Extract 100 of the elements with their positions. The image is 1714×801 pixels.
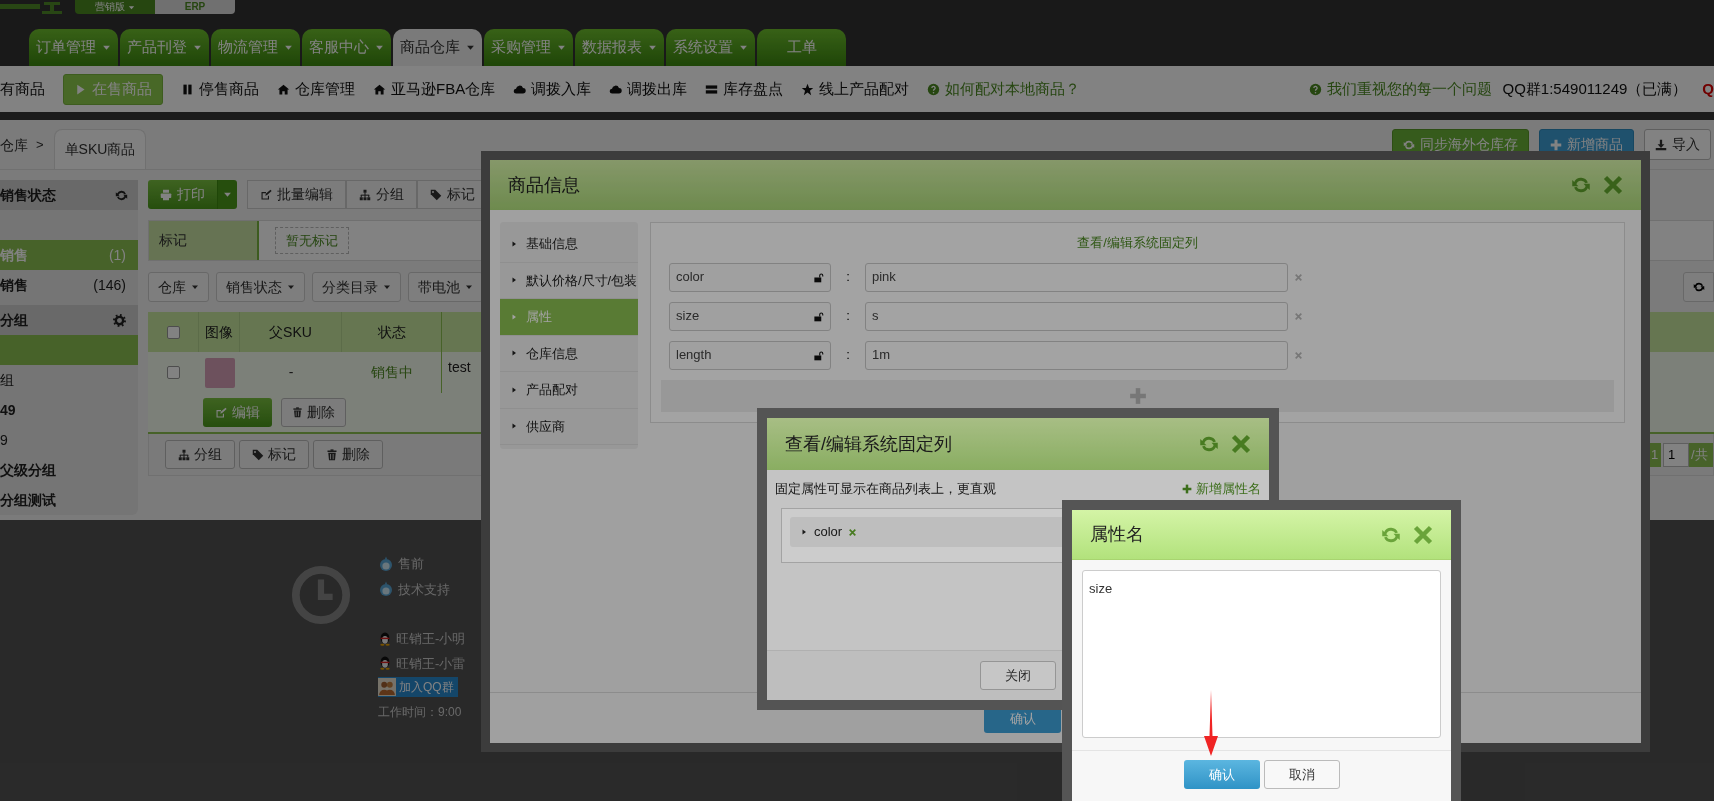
remove-icon xyxy=(848,527,858,537)
sidebar-item[interactable]: 9 xyxy=(0,425,138,455)
photo-placeholder xyxy=(204,357,235,388)
sub-nav-item[interactable]: 库存盘点 xyxy=(705,77,784,101)
filter-dropdown[interactable]: 带电池 xyxy=(408,272,483,302)
download-icon xyxy=(1655,138,1667,151)
refresh-icon xyxy=(1199,434,1219,454)
remove-icon xyxy=(1294,311,1303,321)
caret-down-icon xyxy=(191,283,199,291)
bulk-action-button[interactable]: 标记 xyxy=(239,440,309,469)
nav-tab[interactable]: 订单管理 xyxy=(29,29,118,66)
sub-nav-item[interactable]: 亚马逊FBA仓库 xyxy=(373,77,496,101)
plus-icon xyxy=(1128,386,1147,405)
panel-title: 查看/编辑系统固定列 xyxy=(1076,234,1199,252)
nav-tab[interactable]: 工单 xyxy=(757,29,846,66)
edit-button[interactable]: 编辑 xyxy=(203,398,272,427)
sub-nav-item[interactable]: 仓库管理 xyxy=(277,77,355,101)
bulk-action-button[interactable]: 删除 xyxy=(313,440,383,469)
filter-dropdown[interactable]: 销售状态 xyxy=(216,272,305,302)
refresh-icon xyxy=(115,188,128,202)
bulk-action-button[interactable]: 分组 xyxy=(165,440,235,469)
page-input[interactable]: 1 xyxy=(1663,442,1689,467)
breadcrumb-link[interactable]: 仓库 xyxy=(0,135,28,156)
trash-icon xyxy=(292,407,303,418)
sidebar-item[interactable]: 销售 (146) xyxy=(0,270,138,300)
sub-nav-item[interactable]: 调拨出库 xyxy=(609,77,688,101)
dialog-menu-item[interactable]: 仓库信息 xyxy=(500,335,638,372)
delete-button[interactable]: 删除 xyxy=(281,398,346,427)
refresh-button[interactable] xyxy=(1683,272,1714,302)
attribute-name-textarea[interactable]: size xyxy=(1082,570,1441,738)
attribute-name-field[interactable]: color xyxy=(669,262,831,292)
close-icon xyxy=(1231,434,1251,454)
edition-button[interactable]: 营销版 xyxy=(75,0,155,14)
add-attribute-button[interactable] xyxy=(661,379,1614,412)
attribute-value-field[interactable]: 1m xyxy=(865,340,1288,370)
filter-dropdown[interactable]: 分类目录 xyxy=(312,272,401,302)
sidebar-item[interactable]: 49 xyxy=(0,395,138,425)
caret-right-icon xyxy=(510,276,518,285)
join-group-badge[interactable]: 加入QQ群 xyxy=(378,677,458,697)
nav-tab[interactable]: 系统设置 xyxy=(666,29,755,66)
help-link[interactable]: 如何配对本地商品？ xyxy=(945,77,1081,101)
nav-tab[interactable]: 采购管理 xyxy=(484,29,573,66)
attribute-value-field[interactable]: s xyxy=(865,301,1288,331)
checkbox[interactable] xyxy=(167,366,180,379)
checkbox[interactable] xyxy=(166,325,180,339)
qq-contact-link[interactable]: 旺销王-小雷 xyxy=(378,653,466,673)
sidebar-item[interactable]: 组 xyxy=(0,365,138,395)
cancel-button[interactable]: 取消 xyxy=(1263,760,1340,789)
caret-down-icon xyxy=(223,190,232,199)
confirm-button[interactable]: 确认 xyxy=(1183,760,1260,789)
table-cell-text: test xyxy=(447,358,471,377)
filter-dropdown[interactable]: 仓库 xyxy=(148,272,209,302)
sidebar-item[interactable]: 父级分组 xyxy=(0,455,138,485)
table-cell: 销售中 xyxy=(342,352,442,393)
sub-nav-item[interactable]: 停售商品 xyxy=(181,77,259,101)
product-button[interactable]: ERP xyxy=(155,0,235,14)
dialog-menu-item[interactable]: 产品配对 xyxy=(500,372,638,409)
caret-down-icon xyxy=(287,283,295,291)
dialog-title: 商品信息 xyxy=(508,173,580,197)
nav-tab[interactable]: 物流管理 xyxy=(211,29,300,66)
sub-nav-item[interactable]: 有商品 xyxy=(0,77,45,101)
tag-icon xyxy=(252,448,264,461)
bird-icon xyxy=(378,555,394,572)
refresh-icon xyxy=(1403,138,1415,151)
dialog-menu-item[interactable]: 基础信息 xyxy=(500,226,638,263)
hierarchy-icon xyxy=(359,188,371,201)
contact-link[interactable]: 售前 xyxy=(378,554,424,574)
penguin-icon xyxy=(378,655,392,672)
sub-nav-item[interactable]: 调拨入库 xyxy=(513,77,592,101)
breadcrumb-tab[interactable]: 单SKU商品 xyxy=(53,129,147,169)
toolbar-button[interactable]: 批量编辑 xyxy=(247,180,346,209)
tag-filter-label: 标记 xyxy=(149,221,259,260)
close-button[interactable]: 关闭 xyxy=(980,661,1056,690)
printer-icon xyxy=(160,188,172,201)
feedback-link[interactable]: 我们重视您的每一个问题 xyxy=(1326,77,1492,101)
separator-text: : xyxy=(845,268,851,287)
caret-down-icon xyxy=(465,283,473,291)
separator-text: : xyxy=(845,346,851,365)
add-attribute-link[interactable]: 新增属性名 xyxy=(1182,479,1261,499)
help-icon xyxy=(927,82,941,96)
toolbar-button[interactable]: 分组 xyxy=(346,180,417,209)
table-cell-text: - xyxy=(287,363,295,382)
unlock-icon xyxy=(813,310,824,322)
nav-tab[interactable]: 数据报表 xyxy=(575,29,664,66)
nav-tab[interactable]: 客服中心 xyxy=(302,29,391,66)
attribute-value-field[interactable]: pink xyxy=(865,262,1288,292)
sidebar-item[interactable]: 分组测试 xyxy=(0,485,138,515)
page-action-button[interactable]: 导入 xyxy=(1644,129,1711,160)
sub-nav-item[interactable]: 线上产品配对 xyxy=(801,77,910,101)
attribute-name-field[interactable]: length xyxy=(669,340,831,370)
contact-link[interactable]: 技术支持 xyxy=(378,579,466,599)
nav-tab[interactable]: 产品刊登 xyxy=(120,29,209,66)
attribute-name-field[interactable]: size xyxy=(669,301,831,331)
print-menu-button[interactable] xyxy=(217,180,237,209)
dialog-menu-item[interactable]: 供应商 xyxy=(500,408,638,445)
nav-tab[interactable]: 商品仓库 xyxy=(393,29,482,66)
unlock-icon xyxy=(813,271,824,283)
print-button[interactable]: 打印 xyxy=(148,180,217,209)
penguin-icon xyxy=(378,630,392,647)
edit-icon xyxy=(260,188,272,201)
